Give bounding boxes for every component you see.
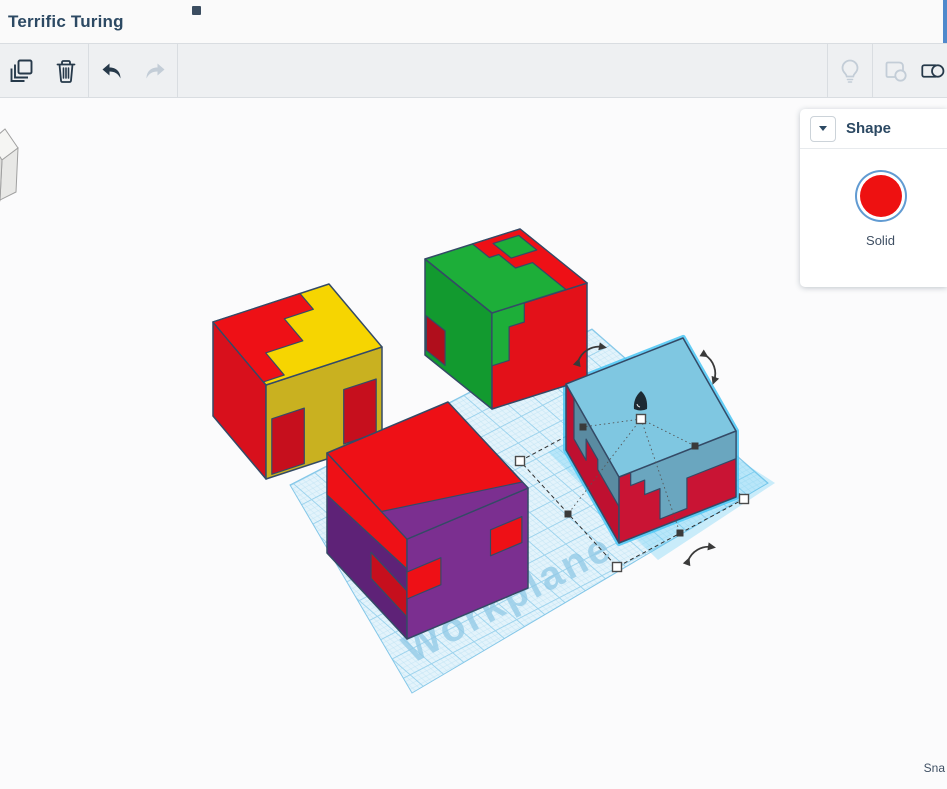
scale-handle-mid-back-right[interactable] — [692, 443, 699, 450]
shape-panel-title: Shape — [846, 120, 891, 137]
shape-panel-header: Shape — [800, 109, 947, 149]
notes-icon — [881, 57, 909, 85]
chevron-down-icon — [819, 126, 827, 131]
rotate-handle-bottom[interactable] — [688, 547, 712, 561]
scale-handle-mid-front-left[interactable] — [565, 511, 572, 518]
redo-button[interactable] — [133, 44, 177, 98]
duplicate-icon — [8, 57, 36, 85]
title-bar: Terrific Turing — [0, 0, 947, 43]
height-scale-handle[interactable] — [637, 415, 646, 424]
toolbar-separator — [177, 44, 178, 98]
scale-handle-corner-right[interactable] — [740, 495, 749, 504]
shape-inspector-panel: Shape Solid — [800, 109, 947, 287]
snap-grid-label[interactable]: Sna — [924, 761, 945, 775]
collapse-panel-button[interactable] — [810, 116, 836, 142]
notes-button[interactable] — [873, 44, 917, 98]
solid-label: Solid — [866, 233, 895, 248]
tinkercad-app: Workplane — [0, 0, 947, 789]
calibration-icon — [917, 57, 947, 85]
solid-color-swatch[interactable] — [860, 175, 902, 217]
scale-handle-corner-left[interactable] — [516, 457, 525, 466]
scale-handle-corner-front[interactable] — [613, 563, 622, 572]
delete-icon — [52, 57, 80, 85]
accent-strip — [943, 0, 947, 43]
undo-button[interactable] — [89, 44, 133, 98]
duplicate-button[interactable] — [0, 44, 44, 98]
scale-handle-mid-front-right[interactable] — [677, 530, 684, 537]
redo-icon — [142, 59, 169, 83]
header-artifact — [192, 6, 201, 15]
design-title[interactable]: Terrific Turing — [8, 12, 124, 32]
scale-handle-mid-back-left[interactable] — [580, 424, 587, 431]
tips-button[interactable] — [828, 44, 872, 98]
undo-icon — [98, 59, 125, 83]
puzzle-cube-green[interactable] — [425, 229, 587, 409]
calibration-button[interactable] — [917, 44, 947, 98]
tips-icon — [836, 57, 864, 85]
viewcube[interactable] — [0, 129, 18, 200]
toolbar — [0, 43, 947, 98]
delete-button[interactable] — [44, 44, 88, 98]
